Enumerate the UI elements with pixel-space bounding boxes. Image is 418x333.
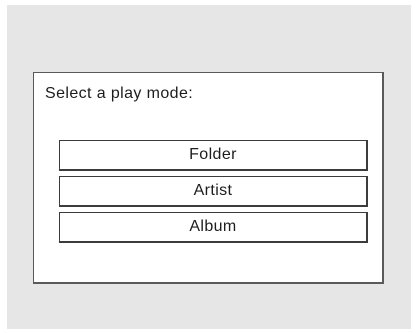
screen-background: Select a play mode: Folder Artist Album [7, 5, 411, 329]
play-mode-dialog: Select a play mode: Folder Artist Album [33, 72, 384, 284]
dialog-prompt: Select a play mode: [45, 85, 194, 102]
option-artist-button[interactable]: Artist [59, 176, 368, 207]
option-album-button[interactable]: Album [59, 212, 368, 243]
option-folder-button[interactable]: Folder [59, 140, 368, 171]
